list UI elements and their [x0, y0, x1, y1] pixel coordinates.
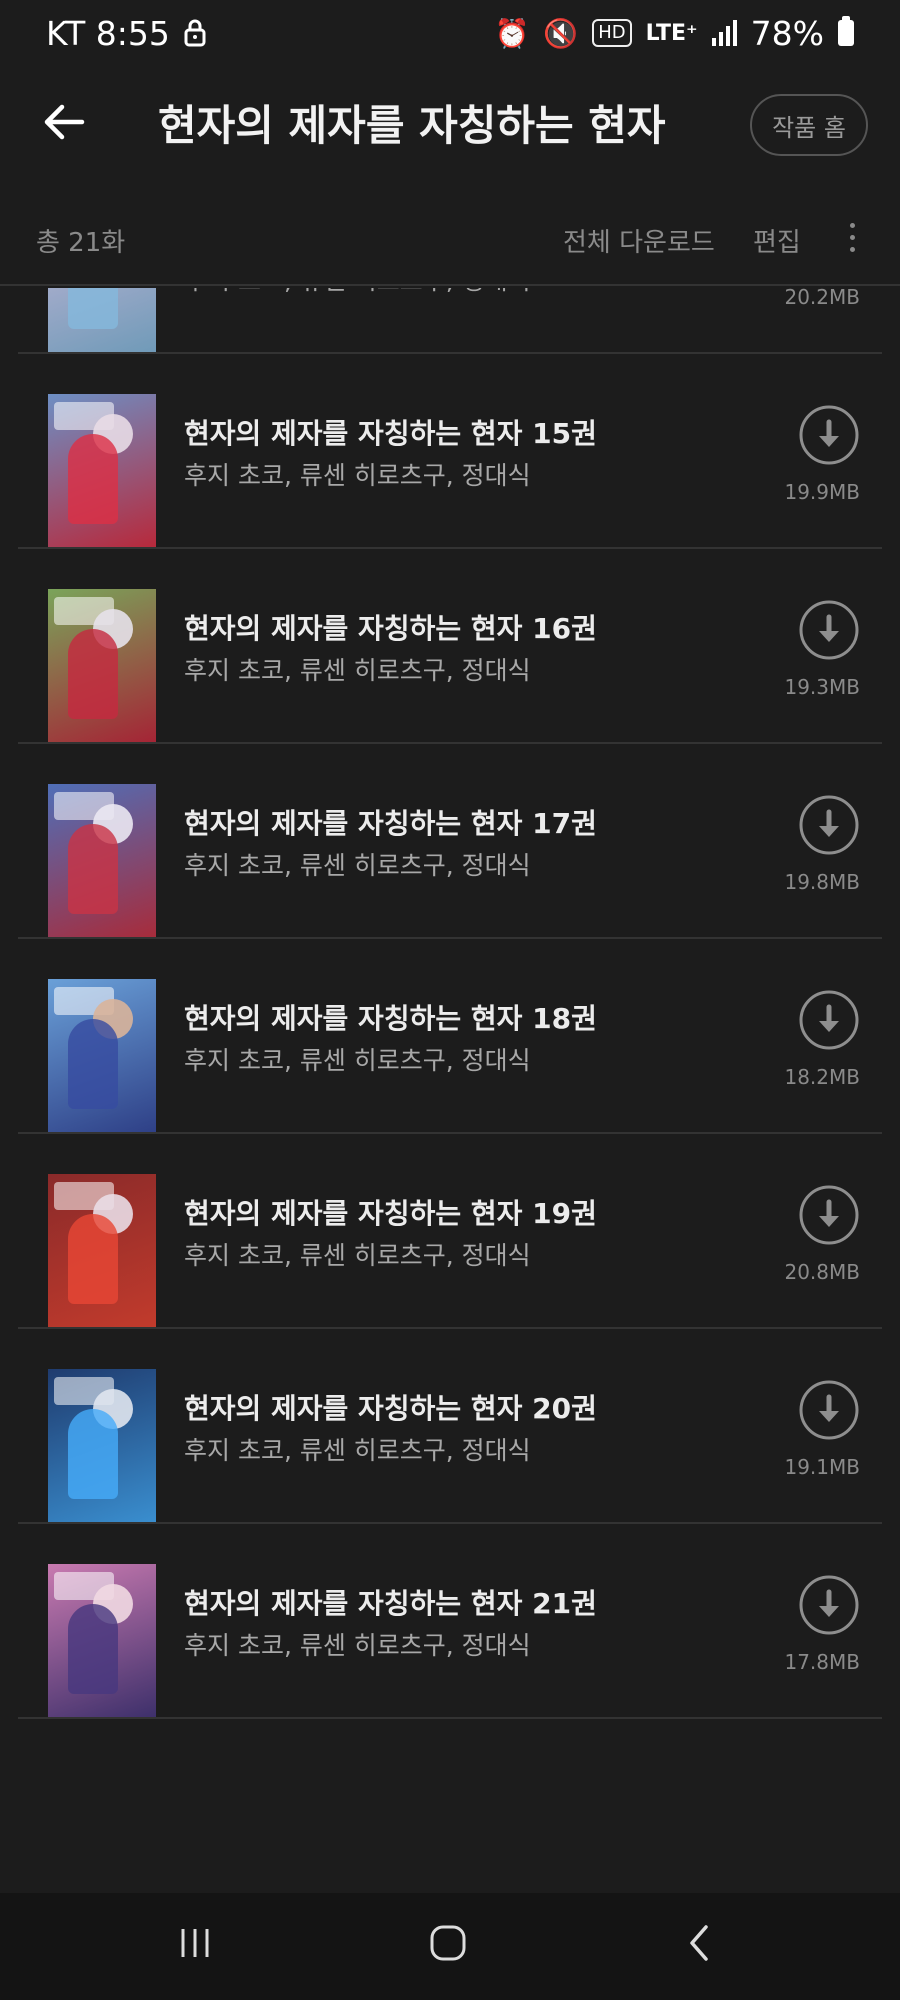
series-home-button[interactable]: 작품 홈 — [750, 94, 868, 156]
list-toolbar: 총 21화 전체 다운로드 편집 — [0, 190, 900, 286]
list-item[interactable]: 현자의 제자를 자칭하는 현자 19권후지 초코, 류센 히로츠구, 정대식 20… — [0, 1134, 900, 1329]
book-cover-image[interactable] — [48, 784, 156, 939]
item-title[interactable]: 현자의 제자를 자칭하는 현자 20권 — [184, 1387, 597, 1427]
edit-button[interactable]: 편집 — [753, 222, 801, 259]
lte-icon: LTE⁺ — [645, 20, 698, 46]
alarm-icon: ⏰ — [494, 16, 530, 50]
download-icon[interactable] — [798, 794, 860, 856]
file-size: 20.2MB — [784, 288, 860, 309]
item-author: 후지 초코, 류센 히로츠구, 정대식 — [184, 1436, 531, 1465]
more-options-icon[interactable] — [838, 212, 866, 262]
home-icon[interactable] — [428, 1923, 468, 1963]
item-title[interactable]: 현자의 제자를 자칭하는 현자 16권 — [184, 607, 597, 647]
download-icon[interactable] — [798, 599, 860, 661]
book-cover-image[interactable] — [48, 979, 156, 1134]
file-size: 19.3MB — [784, 675, 860, 699]
book-cover-image[interactable] — [48, 1174, 156, 1329]
volume-list-inner: 현자의 제자를 자칭하는 현자 14권후지 초코, 류센 히로츠구, 정대식20… — [0, 288, 900, 1719]
app-bar: 현자의 제자를 자칭하는 현자 작품 홈 — [0, 66, 900, 190]
download-icon[interactable] — [798, 989, 860, 1051]
book-cover-image[interactable] — [48, 1564, 156, 1719]
item-author: 후지 초코, 류센 히로츠구, 정대식 — [184, 1631, 531, 1660]
list-item[interactable]: 현자의 제자를 자칭하는 현자 21권후지 초코, 류센 히로츠구, 정대식 17… — [0, 1524, 900, 1719]
page-title: 현자의 제자를 자칭하는 현자 — [158, 101, 666, 150]
book-cover-image[interactable] — [48, 394, 156, 549]
volume-list: 현자의 제자를 자칭하는 현자 14권후지 초코, 류센 히로츠구, 정대식20… — [0, 288, 900, 1893]
list-item[interactable]: 현자의 제자를 자칭하는 현자 20권후지 초코, 류센 히로츠구, 정대식 19… — [0, 1329, 900, 1524]
book-cover-image[interactable] — [48, 589, 156, 744]
list-item[interactable]: 현자의 제자를 자칭하는 현자 15권후지 초코, 류센 히로츠구, 정대식 19… — [0, 354, 900, 549]
hd-voice-icon: HD — [592, 19, 632, 47]
download-icon[interactable] — [798, 404, 860, 466]
mute-icon: 🔇 — [543, 16, 579, 50]
download-icon[interactable] — [798, 1184, 860, 1246]
total-count: 총 21화 — [36, 228, 126, 258]
item-title[interactable]: 현자의 제자를 자칭하는 현자 21권 — [184, 1582, 597, 1622]
battery-icon — [838, 16, 854, 46]
item-title[interactable]: 현자의 제자를 자칭하는 현자 17권 — [184, 802, 597, 842]
file-size: 19.9MB — [784, 480, 860, 504]
item-author: 후지 초코, 류센 히로츠구, 정대식 — [184, 1241, 531, 1270]
status-left: KT 8:55 — [46, 14, 206, 53]
download-icon[interactable] — [798, 1574, 860, 1636]
status-right: ⏰ 🔇 HD LTE⁺ 78% — [494, 14, 854, 53]
signal-icon — [711, 20, 737, 46]
recent-apps-icon[interactable] — [175, 1923, 215, 1963]
lock-icon — [184, 19, 206, 47]
book-cover-image[interactable] — [48, 1369, 156, 1524]
item-author: 후지 초코, 류센 히로츠구, 정대식 — [184, 1046, 531, 1075]
list-item[interactable]: 현자의 제자를 자칭하는 현자 18권후지 초코, 류센 히로츠구, 정대식 18… — [0, 939, 900, 1134]
status-bar: KT 8:55 ⏰ 🔇 HD LTE⁺ 78% — [0, 0, 900, 66]
item-author: 후지 초코, 류센 히로츠구, 정대식 — [184, 461, 531, 490]
battery-percent: 78% — [750, 13, 824, 53]
item-author: 후지 초코, 류센 히로츠구, 정대식 — [184, 656, 531, 685]
item-title[interactable]: 현자의 제자를 자칭하는 현자 18권 — [184, 997, 597, 1037]
item-title[interactable]: 현자의 제자를 자칭하는 현자 19권 — [184, 1192, 597, 1232]
book-cover-image[interactable] — [48, 288, 156, 354]
file-size: 19.1MB — [784, 1455, 860, 1479]
list-item[interactable]: 현자의 제자를 자칭하는 현자 16권후지 초코, 류센 히로츠구, 정대식 19… — [0, 549, 900, 744]
navigation-bar — [0, 1893, 900, 2000]
file-size: 19.8MB — [784, 870, 860, 894]
file-size: 18.2MB — [784, 1065, 860, 1089]
download-icon[interactable] — [798, 1379, 860, 1441]
download-all-button[interactable]: 전체 다운로드 — [563, 222, 715, 259]
item-author: 후지 초코, 류센 히로츠구, 정대식 — [184, 851, 531, 880]
back-arrow-icon[interactable] — [38, 96, 90, 148]
item-title[interactable]: 현자의 제자를 자칭하는 현자 15권 — [184, 412, 597, 452]
file-size: 20.8MB — [784, 1260, 860, 1284]
file-size: 17.8MB — [784, 1650, 860, 1674]
back-icon[interactable] — [680, 1923, 720, 1963]
list-item[interactable]: 현자의 제자를 자칭하는 현자 17권후지 초코, 류센 히로츠구, 정대식 19… — [0, 744, 900, 939]
carrier-time: KT 8:55 — [46, 13, 170, 53]
item-author: 후지 초코, 류센 히로츠구, 정대식 — [184, 288, 531, 297]
list-item[interactable]: 현자의 제자를 자칭하는 현자 14권후지 초코, 류센 히로츠구, 정대식20… — [0, 288, 900, 354]
